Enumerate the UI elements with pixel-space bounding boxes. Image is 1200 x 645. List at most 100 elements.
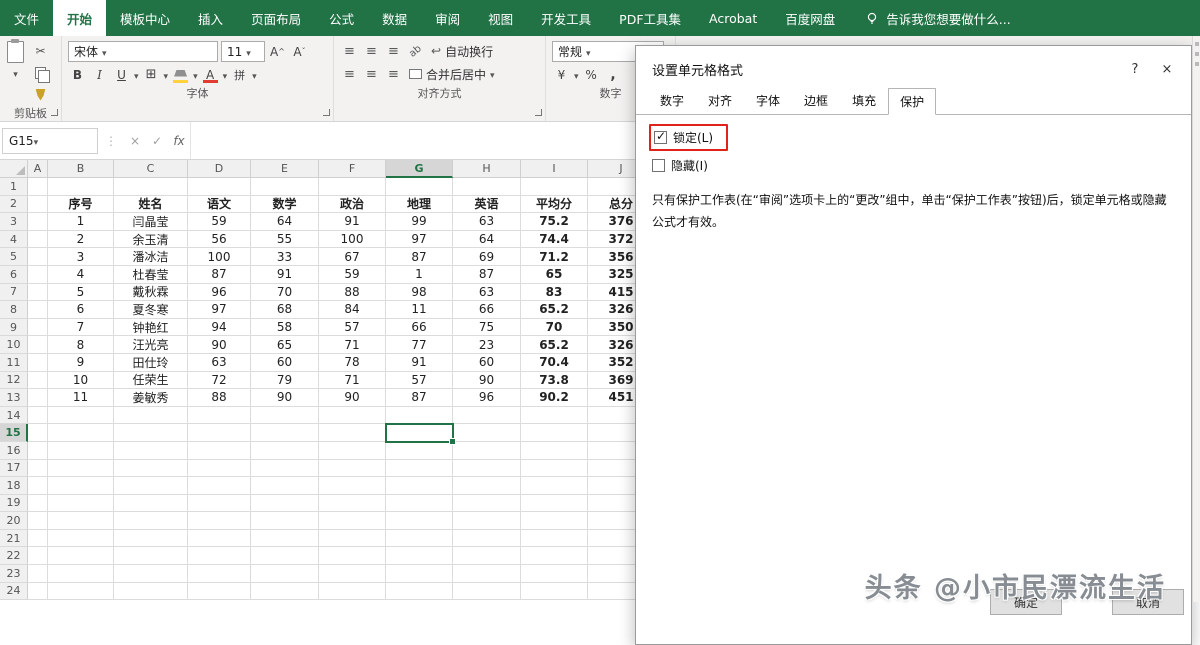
- cell-G3[interactable]: 99: [386, 213, 453, 231]
- cell-B5[interactable]: 3: [48, 248, 114, 266]
- select-all-button[interactable]: [0, 160, 28, 178]
- cell-D9[interactable]: 94: [188, 318, 251, 337]
- ribbon-tab-Acrobat[interactable]: Acrobat: [695, 0, 771, 36]
- cell-H14[interactable]: [453, 406, 521, 425]
- cell-F13[interactable]: 90: [319, 389, 386, 407]
- cell-C6[interactable]: 杜春莹: [114, 265, 188, 284]
- cell-D4[interactable]: 56: [188, 230, 251, 249]
- paste-dropdown-icon[interactable]: [13, 66, 18, 80]
- cell-I18[interactable]: [521, 477, 588, 495]
- row-header-1[interactable]: 1: [0, 178, 28, 196]
- cell-C15[interactable]: [114, 424, 188, 442]
- cell-A24[interactable]: [28, 582, 48, 601]
- comma-style-button[interactable]: [604, 65, 623, 84]
- row-header-12[interactable]: 12: [0, 371, 28, 390]
- cell-B20[interactable]: [48, 512, 114, 530]
- cell-I24[interactable]: [521, 582, 588, 601]
- cell-B23[interactable]: [48, 565, 114, 583]
- borders-dropdown-icon[interactable]: [164, 68, 169, 82]
- cell-C13[interactable]: 姜敏秀: [114, 389, 188, 407]
- cell-A2[interactable]: [28, 195, 48, 214]
- dialog-tab-填充[interactable]: 填充: [840, 87, 888, 114]
- cell-G4[interactable]: 97: [386, 230, 453, 249]
- cell-D15[interactable]: [188, 424, 251, 442]
- cell-F4[interactable]: 100: [319, 230, 386, 249]
- cell-E15[interactable]: [251, 424, 319, 442]
- cell-A14[interactable]: [28, 406, 48, 425]
- ribbon-tab-百度网盘[interactable]: 百度网盘: [771, 0, 849, 36]
- cell-G17[interactable]: [386, 459, 453, 478]
- column-header-E[interactable]: E: [251, 160, 319, 178]
- cell-G18[interactable]: [386, 477, 453, 495]
- cell-D8[interactable]: 97: [188, 301, 251, 319]
- cell-F19[interactable]: [319, 494, 386, 513]
- ribbon-tab-文件[interactable]: 文件: [0, 0, 53, 36]
- row-header-6[interactable]: 6: [0, 265, 28, 284]
- cell-I5[interactable]: 71.2: [521, 248, 588, 266]
- cell-A13[interactable]: [28, 389, 48, 407]
- cell-B24[interactable]: [48, 582, 114, 601]
- cut-button[interactable]: [31, 41, 50, 60]
- cell-F24[interactable]: [319, 582, 386, 601]
- cell-E19[interactable]: [251, 494, 319, 513]
- cell-A15[interactable]: [28, 424, 48, 442]
- cell-F9[interactable]: 57: [319, 318, 386, 337]
- italic-button[interactable]: [90, 65, 109, 84]
- row-header-22[interactable]: 22: [0, 547, 28, 566]
- cell-G20[interactable]: [386, 512, 453, 530]
- cell-E17[interactable]: [251, 459, 319, 478]
- cell-B10[interactable]: 8: [48, 336, 114, 354]
- cell-F3[interactable]: 91: [319, 213, 386, 231]
- dialog-close-button[interactable]: ×: [1151, 58, 1183, 80]
- cell-C1[interactable]: [114, 178, 188, 196]
- column-header-I[interactable]: I: [521, 160, 588, 178]
- cell-A6[interactable]: [28, 265, 48, 284]
- cell-B11[interactable]: 9: [48, 353, 114, 372]
- cell-G15[interactable]: [386, 424, 453, 442]
- cell-C12[interactable]: 任荣生: [114, 371, 188, 390]
- fill-color-dropdown-icon[interactable]: [193, 68, 198, 82]
- column-header-F[interactable]: F: [319, 160, 386, 178]
- cell-I19[interactable]: [521, 494, 588, 513]
- cell-D20[interactable]: [188, 512, 251, 530]
- cell-C7[interactable]: 戴秋霖: [114, 283, 188, 302]
- cell-H23[interactable]: [453, 565, 521, 583]
- cell-C19[interactable]: [114, 494, 188, 513]
- cell-C10[interactable]: 汪光亮: [114, 336, 188, 354]
- cell-H3[interactable]: 63: [453, 213, 521, 231]
- lock-checkbox-row[interactable]: 锁定(L): [649, 124, 729, 151]
- column-header-G[interactable]: G: [386, 160, 453, 178]
- cell-F1[interactable]: [319, 178, 386, 196]
- cell-H18[interactable]: [453, 477, 521, 495]
- cell-C24[interactable]: [114, 582, 188, 601]
- percent-style-button[interactable]: [582, 65, 601, 84]
- underline-button[interactable]: [112, 65, 131, 84]
- cell-H20[interactable]: [453, 512, 521, 530]
- bottom-align-button[interactable]: [384, 42, 403, 61]
- cell-A7[interactable]: [28, 283, 48, 302]
- cell-F2[interactable]: 政治: [319, 195, 386, 214]
- cell-I11[interactable]: 70.4: [521, 353, 588, 372]
- underline-dropdown-icon[interactable]: [134, 68, 139, 82]
- cell-H16[interactable]: [453, 441, 521, 460]
- ribbon-tab-公式[interactable]: 公式: [315, 0, 368, 36]
- cell-F6[interactable]: 59: [319, 265, 386, 284]
- row-header-24[interactable]: 24: [0, 582, 28, 601]
- cell-E20[interactable]: [251, 512, 319, 530]
- cell-G6[interactable]: 1: [386, 265, 453, 284]
- cell-G10[interactable]: 77: [386, 336, 453, 354]
- cell-A10[interactable]: [28, 336, 48, 354]
- cell-E3[interactable]: 64: [251, 213, 319, 231]
- cell-E6[interactable]: 91: [251, 265, 319, 284]
- column-header-C[interactable]: C: [114, 160, 188, 178]
- cell-D14[interactable]: [188, 406, 251, 425]
- cell-D24[interactable]: [188, 582, 251, 601]
- cell-E24[interactable]: [251, 582, 319, 601]
- cell-E12[interactable]: 79: [251, 371, 319, 390]
- row-header-18[interactable]: 18: [0, 477, 28, 495]
- cell-D12[interactable]: 72: [188, 371, 251, 390]
- cell-B4[interactable]: 2: [48, 230, 114, 249]
- cell-F15[interactable]: [319, 424, 386, 442]
- row-header-13[interactable]: 13: [0, 389, 28, 407]
- cell-B17[interactable]: [48, 459, 114, 478]
